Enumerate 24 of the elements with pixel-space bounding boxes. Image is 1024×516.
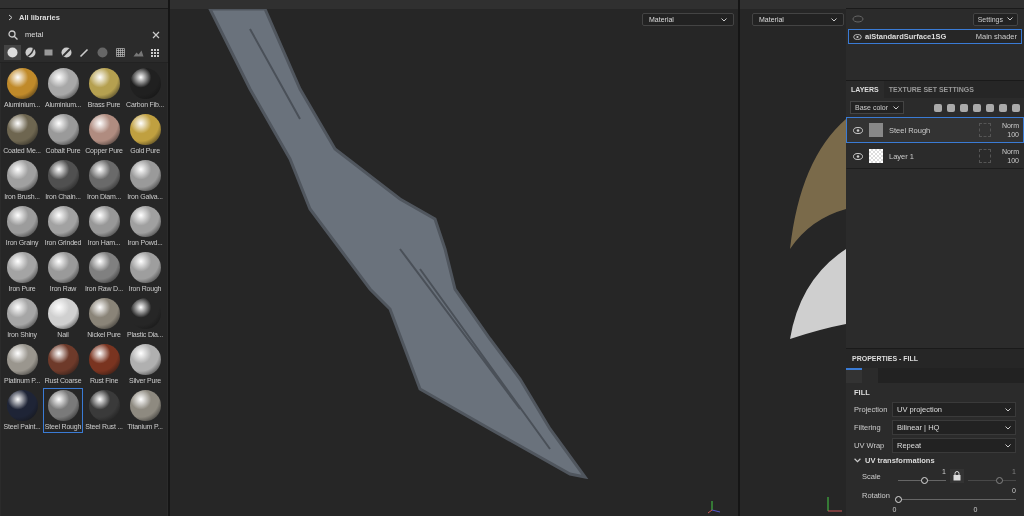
caret-icon: [721, 17, 727, 22]
uv-axis-icon: [826, 495, 844, 513]
search-icon: [8, 29, 18, 40]
properties-tab[interactable]: [846, 368, 862, 383]
grid-view-icon[interactable]: [150, 47, 160, 58]
caret-icon: [1007, 17, 1013, 21]
caret-icon: [893, 105, 900, 110]
close-icon[interactable]: [152, 30, 160, 39]
caret-icon: [1005, 407, 1011, 412]
layer-thumbnail: [869, 149, 883, 163]
caret-icon: [1005, 443, 1011, 448]
caret-icon: [1005, 425, 1011, 430]
mask-slot: [979, 123, 991, 137]
caret-icon[interactable]: [854, 457, 861, 464]
axis-gizmo-icon: [706, 498, 722, 514]
caret-icon: [831, 17, 837, 22]
chevron-icon[interactable]: [8, 14, 13, 21]
slider-thumb[interactable]: [996, 477, 1004, 484]
mask-slot: [979, 149, 991, 163]
lock-icon[interactable]: [950, 469, 964, 483]
sphere-icon[interactable]: [4, 45, 21, 60]
layer-thumbnail: [869, 123, 883, 137]
slider-thumb[interactable]: [921, 477, 929, 484]
slider-thumb[interactable]: [895, 496, 902, 503]
